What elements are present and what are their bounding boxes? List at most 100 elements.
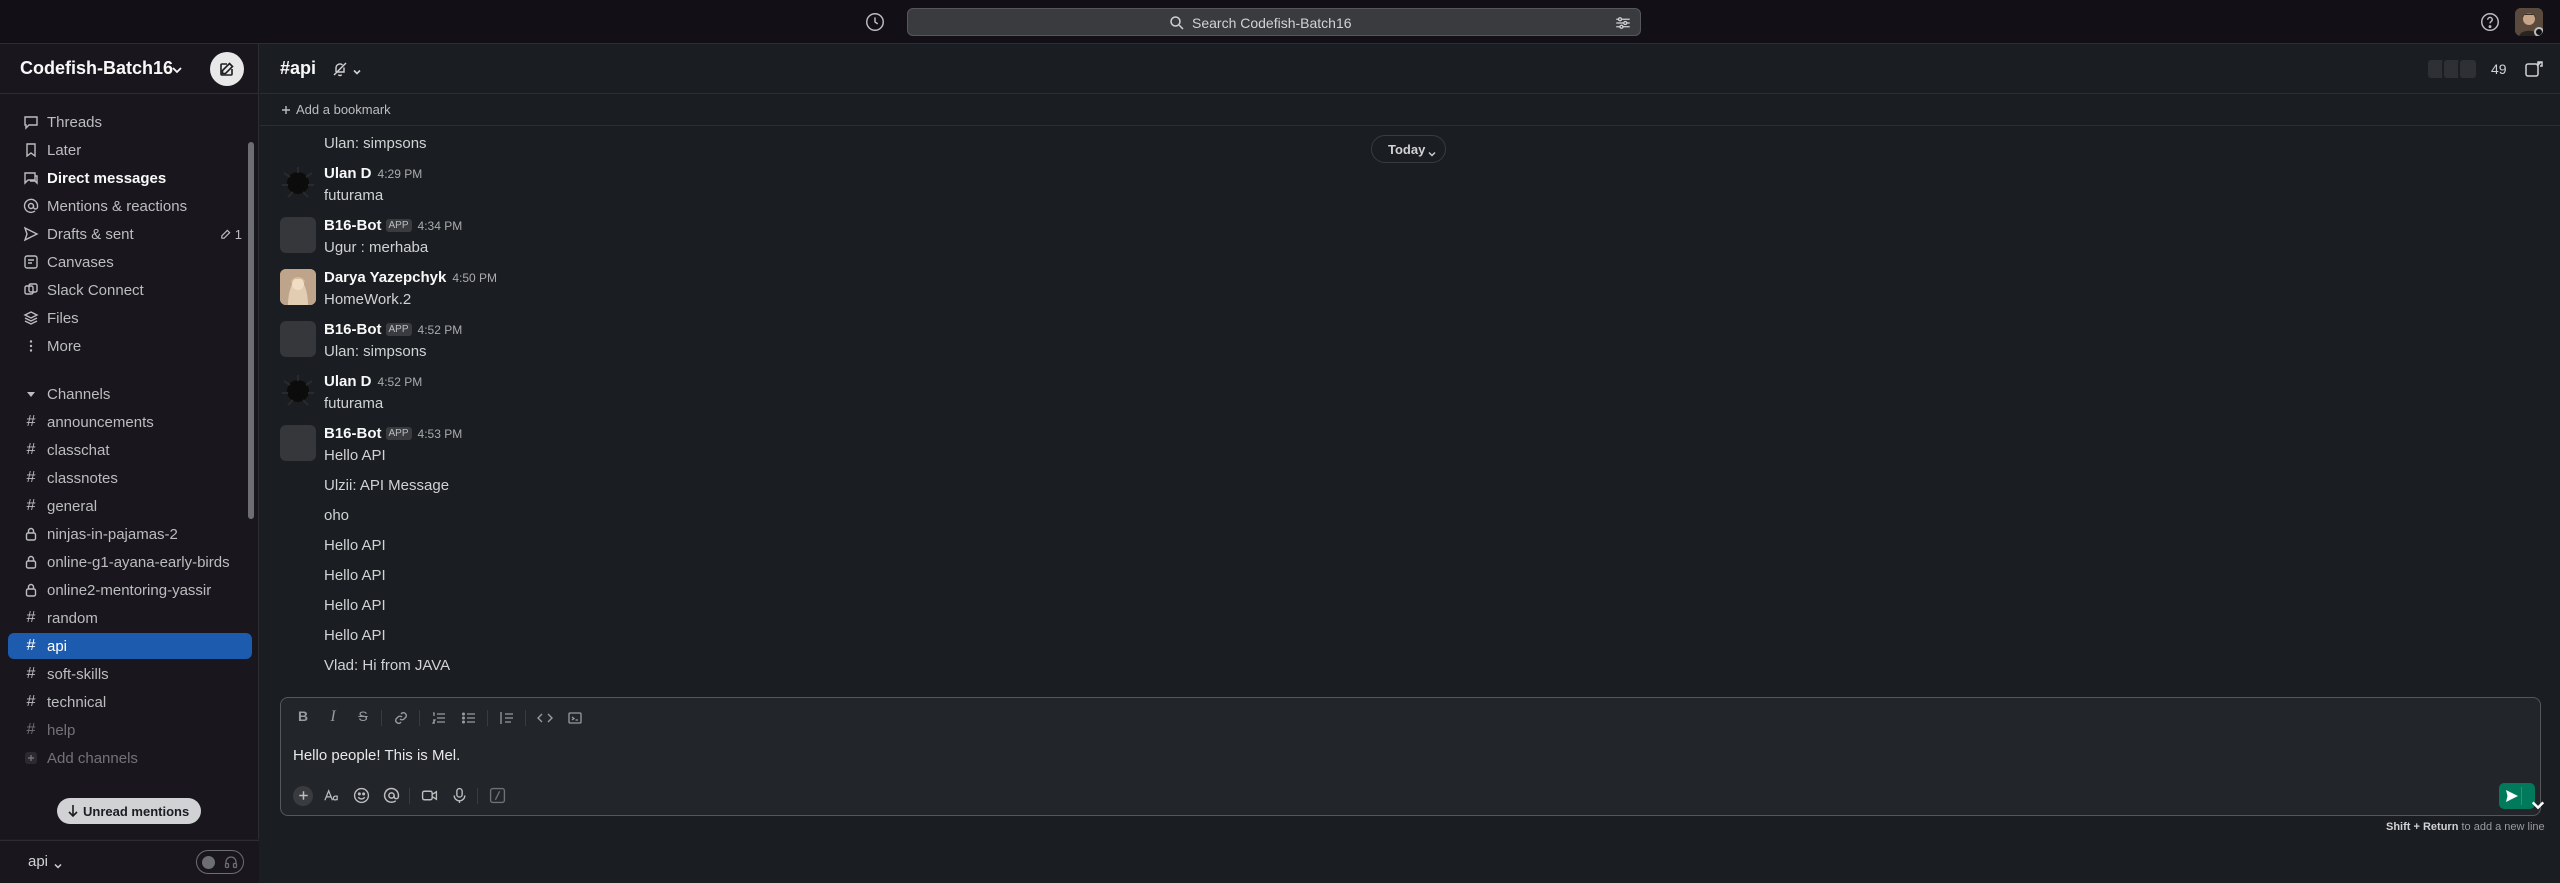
timestamp[interactable]: 4:53 PM xyxy=(418,427,463,441)
avatar[interactable] xyxy=(280,165,316,201)
author-name[interactable]: B16-Bot xyxy=(324,217,382,234)
channels-section-header[interactable]: Channels xyxy=(8,381,252,407)
date-divider[interactable]: Today xyxy=(1371,135,1446,163)
lock-icon xyxy=(23,554,39,570)
message-input[interactable]: Hello people! This is Mel. xyxy=(293,747,460,764)
attach-plus-icon[interactable] xyxy=(293,786,313,806)
sidebar-item-direct-messages[interactable]: Direct messages xyxy=(8,165,252,191)
video-icon[interactable] xyxy=(419,786,439,806)
sidebar-item-help[interactable]: # help xyxy=(8,717,252,743)
huddle-toggle[interactable] xyxy=(196,850,244,874)
sidebar-item-label: classchat xyxy=(47,442,110,459)
emoji-icon[interactable] xyxy=(351,786,371,806)
avatar[interactable] xyxy=(280,269,316,305)
sidebar-item-classchat[interactable]: # classchat xyxy=(8,437,252,463)
code-block-icon[interactable] xyxy=(565,708,585,728)
muted-bell-icon[interactable] xyxy=(332,61,348,77)
sidebar-item-threads[interactable]: Threads xyxy=(8,109,252,135)
sidebar-item-label: Slack Connect xyxy=(47,282,144,299)
message-composer[interactable]: B I S Hello people! This is Mel. xyxy=(280,697,2545,816)
search-filter-icon[interactable] xyxy=(1614,14,1632,32)
message-text: Hello API xyxy=(324,597,386,614)
mention-icon[interactable] xyxy=(381,786,401,806)
timestamp[interactable]: 4:52 PM xyxy=(378,375,423,389)
sidebar-item-announcements[interactable]: # announcements xyxy=(8,409,252,435)
footer-channel-name[interactable]: api xyxy=(28,853,48,870)
sidebar-item-mentions[interactable]: Mentions & reactions xyxy=(8,193,252,219)
sidebar-item-slack-connect[interactable]: Slack Connect xyxy=(8,277,252,303)
member-avatar xyxy=(2458,58,2478,80)
send-button[interactable] xyxy=(2499,783,2545,810)
search-bar[interactable]: Search Codefish-Batch16 xyxy=(907,8,1641,36)
chevron-down-icon[interactable] xyxy=(171,63,183,75)
author-name[interactable]: Ulan D xyxy=(324,165,372,182)
message-text: futurama xyxy=(324,187,384,204)
sidebar-item-online2-mentoring-yassir[interactable]: online2-mentoring-yassir xyxy=(8,577,252,603)
timestamp[interactable]: 4:52 PM xyxy=(418,323,463,337)
strikethrough-button[interactable]: S xyxy=(353,708,373,728)
sidebar-item-general[interactable]: # general xyxy=(8,493,252,519)
text-format-icon[interactable] xyxy=(321,786,341,806)
chevron-down-icon xyxy=(1428,146,1436,157)
sidebar-item-label: general xyxy=(47,498,98,515)
sidebar-item-random[interactable]: # random xyxy=(8,605,252,631)
send-icon xyxy=(2506,790,2518,802)
author-name[interactable]: B16-Bot xyxy=(324,321,382,338)
sidebar-item-label: classnotes xyxy=(47,470,118,487)
hash-icon: # xyxy=(26,469,36,486)
author-name[interactable]: Darya Yazepchyk xyxy=(324,269,446,286)
message-text: Ulan: simpsons xyxy=(324,343,427,360)
slash-command-icon[interactable] xyxy=(487,786,507,806)
huddle-icon[interactable] xyxy=(2523,58,2545,80)
avatar[interactable] xyxy=(280,425,316,461)
bold-button[interactable]: B xyxy=(293,708,313,728)
sidebar-item-soft-skills[interactable]: # soft-skills xyxy=(8,661,252,687)
chevron-down-icon[interactable] xyxy=(352,64,362,75)
author-name[interactable]: Ulan D xyxy=(324,373,372,390)
link-icon[interactable] xyxy=(391,708,411,728)
chevron-down-icon[interactable] xyxy=(53,858,63,869)
timestamp[interactable]: 4:34 PM xyxy=(418,219,463,233)
threads-icon xyxy=(23,114,39,130)
sidebar-item-technical[interactable]: # technical xyxy=(8,689,252,715)
sidebar-item-more[interactable]: More xyxy=(8,333,252,359)
history-icon[interactable] xyxy=(864,11,886,33)
unread-mentions-button[interactable]: Unread mentions xyxy=(57,798,201,824)
sidebar-item-drafts[interactable]: Drafts & sent 1 xyxy=(8,221,252,247)
timestamp[interactable]: 4:29 PM xyxy=(378,167,423,181)
author-name[interactable]: B16-Bot xyxy=(324,425,382,442)
user-avatar[interactable] xyxy=(2515,8,2543,36)
help-icon[interactable] xyxy=(2479,11,2501,33)
toggle-knob xyxy=(202,856,215,869)
message-text: Hello API xyxy=(324,537,386,554)
member-avatars[interactable] xyxy=(2426,58,2486,80)
sidebar-item-classnotes[interactable]: # classnotes xyxy=(8,465,252,491)
avatar[interactable] xyxy=(280,373,316,409)
bulleted-list-icon[interactable] xyxy=(459,708,479,728)
add-channels-item[interactable]: Add channels xyxy=(8,745,252,771)
date-divider-label: Today xyxy=(1388,142,1426,157)
sidebar-item-online-g1-ayana-early-birds[interactable]: online-g1-ayana-early-birds xyxy=(8,549,252,575)
search-icon xyxy=(1168,14,1186,32)
code-icon[interactable] xyxy=(535,708,555,728)
sidebar-item-ninjas-in-pajamas-2[interactable]: ninjas-in-pajamas-2 xyxy=(8,521,252,547)
timestamp[interactable]: 4:50 PM xyxy=(452,271,497,285)
ordered-list-icon[interactable] xyxy=(429,708,449,728)
sidebar-item-files[interactable]: Files xyxy=(8,305,252,331)
chevron-down-icon[interactable] xyxy=(2525,792,2545,810)
italic-button[interactable]: I xyxy=(323,708,343,728)
sidebar-item-canvases[interactable]: Canvases xyxy=(8,249,252,275)
workspace-name[interactable]: Codefish-Batch16 xyxy=(20,58,173,79)
avatar[interactable] xyxy=(280,321,316,357)
member-count[interactable]: 49 xyxy=(2491,61,2507,77)
compose-button[interactable] xyxy=(210,52,244,86)
add-bookmark-button[interactable]: Add a bookmark xyxy=(296,102,391,117)
sidebar-scrollbar[interactable] xyxy=(248,142,254,519)
blockquote-icon[interactable] xyxy=(497,708,517,728)
plus-icon[interactable] xyxy=(280,103,292,115)
channel-title[interactable]: #api xyxy=(280,58,316,79)
sidebar-item-later[interactable]: Later xyxy=(8,137,252,163)
sidebar-item-api[interactable]: # api xyxy=(8,633,252,659)
avatar[interactable] xyxy=(280,217,316,253)
microphone-icon[interactable] xyxy=(449,786,469,806)
